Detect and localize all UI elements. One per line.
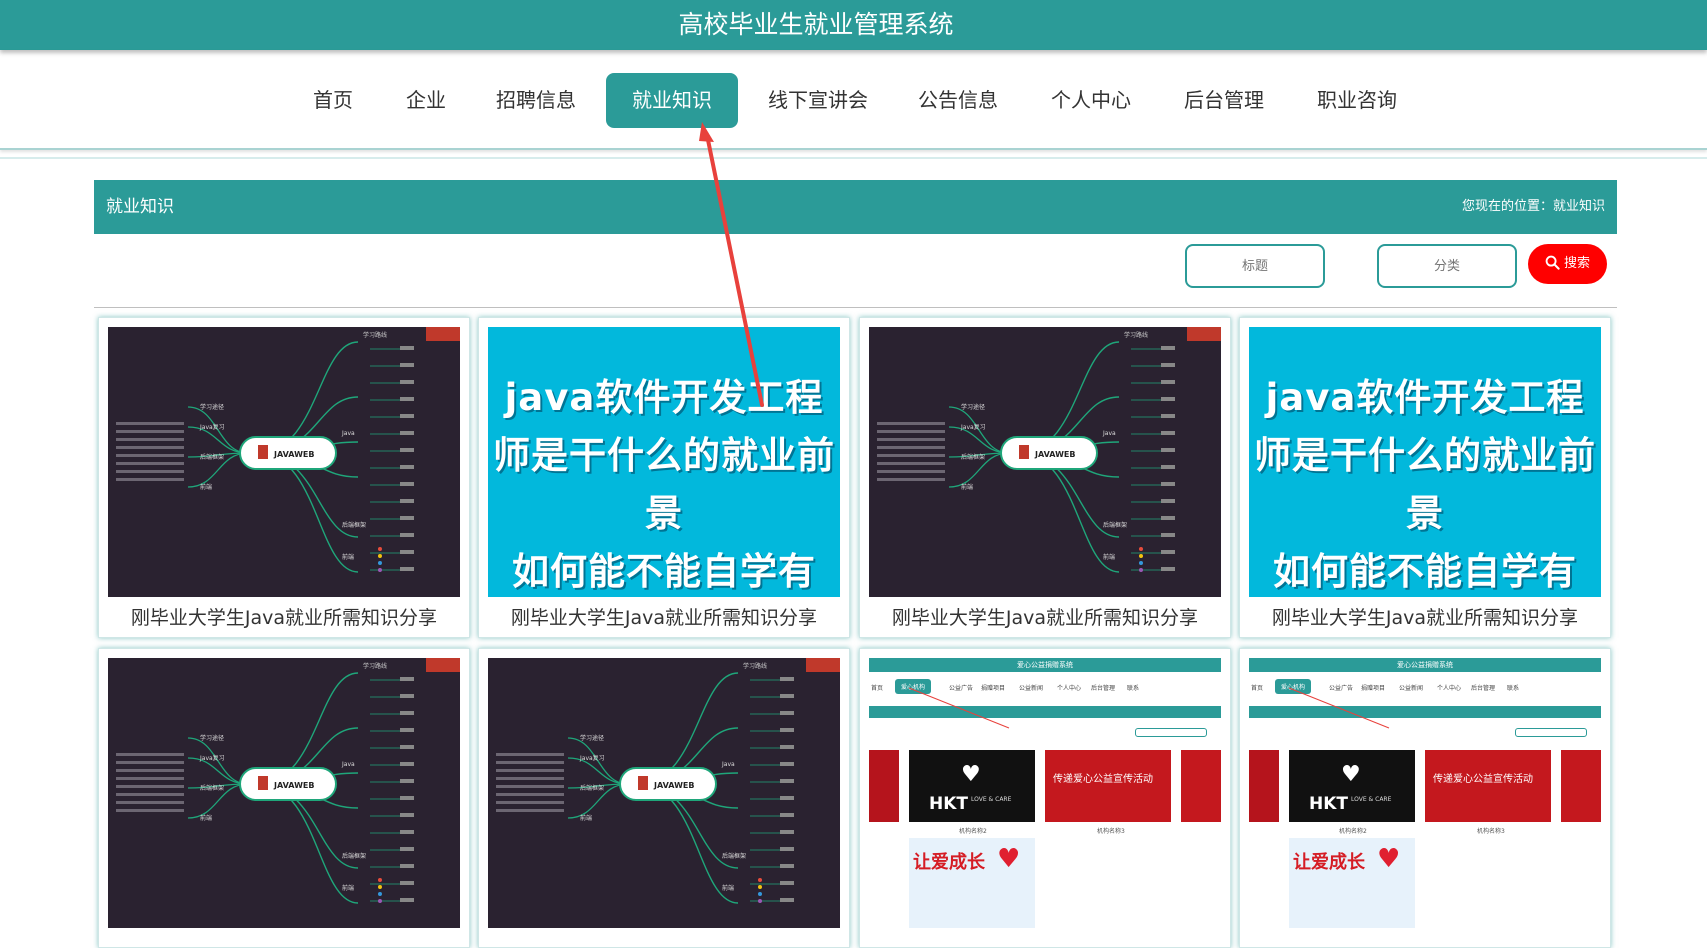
section-title: 就业知识 bbox=[106, 197, 174, 217]
card-thumbnail: 学习路线 JAVAWEB 学习途径 Java复习 后端框架 前端 Java 后端框架 前端 bbox=[108, 327, 460, 597]
svg-text:前端: 前端 bbox=[722, 884, 734, 892]
nav-divider bbox=[0, 157, 1707, 159]
title-filter-input[interactable] bbox=[1185, 244, 1325, 288]
svg-text:学习途径: 学习途径 bbox=[200, 403, 224, 411]
section-header: 就业知识 您现在的位置：就业知识 bbox=[94, 180, 1617, 234]
knowledge-card[interactable]: 学习路线 JAVAWEB 学习途径 Java复习 后端框架 前端 Java 后端框架 前端 刚毕… bbox=[859, 317, 1231, 638]
thumbnail-text: java软件开发工程 师是干什么的就业前景 如何能不能自学有什... bbox=[1254, 376, 1596, 593]
svg-text:前端: 前端 bbox=[200, 814, 212, 822]
search-button[interactable]: 搜索 bbox=[1528, 244, 1607, 284]
card-thumbnail: java软件开发工程 师是干什么的就业前景 如何能不能自学有什... bbox=[488, 327, 840, 597]
svg-text:后端框架: 后端框架 bbox=[722, 852, 746, 860]
knowledge-card[interactable]: 学习路线 JAVAWEB 学习途径 Java复习 后端框架 前端 Java 后端框架 前端 bbox=[478, 648, 850, 948]
svg-text:Java复习: Java复习 bbox=[579, 754, 605, 762]
svg-text:Java: Java bbox=[721, 761, 735, 768]
card-title: 刚毕业大学生Java就业所需知识分享 bbox=[130, 607, 438, 629]
card-title: 刚毕业大学生Java就业所需知识分享 bbox=[1271, 607, 1579, 629]
card-thumbnail: 学习路线 JAVAWEB 学习途径 Java复习 后端框架 前端 Java 后端框架 前端 bbox=[869, 327, 1221, 597]
nav-item-offline-talks[interactable]: 线下宣讲会 bbox=[758, 73, 878, 128]
svg-text:学习途径: 学习途径 bbox=[580, 734, 604, 742]
nav-item-career-consulting[interactable]: 职业咨询 bbox=[1307, 73, 1407, 128]
main-navigation: 首页 企业 招聘信息 就业知识 线下宣讲会 公告信息 个人中心 后台管理 职业咨… bbox=[0, 50, 1707, 150]
thumbnail-text: java软件开发工程 师是干什么的就业前景 如何能不能自学有什... bbox=[493, 376, 835, 593]
svg-text:Java: Java bbox=[1102, 430, 1116, 437]
svg-text:后端框架: 后端框架 bbox=[342, 852, 366, 860]
app-title: 高校毕业生就业管理系统 bbox=[678, 10, 954, 39]
svg-text:后端框架: 后端框架 bbox=[961, 453, 985, 461]
nav-item-announcements[interactable]: 公告信息 bbox=[908, 73, 1008, 128]
svg-text:后端框架: 后端框架 bbox=[1103, 521, 1127, 529]
search-icon bbox=[1545, 255, 1560, 270]
category-filter-input[interactable] bbox=[1377, 244, 1517, 288]
card-thumbnail: 爱心公益捐赠系统 首页 爱心机构 公益广告 捐赠项目 公益新闻 个人中心 后台管理 联系 ♥ HKT… bbox=[1249, 658, 1601, 928]
content-divider bbox=[94, 307, 1617, 308]
card-thumbnail: 爱心公益捐赠系统 首页 爱心机构 公益广告 捐赠项目 公益新闻 个人中心 后台管理 联系 ♥ HKT… bbox=[869, 658, 1221, 928]
svg-text:Java: Java bbox=[341, 430, 355, 437]
knowledge-card[interactable]: java软件开发工程 师是干什么的就业前景 如何能不能自学有什... 刚毕业大学… bbox=[478, 317, 850, 638]
mindmap-center-label: JAVAWEB bbox=[653, 781, 695, 790]
nav-item-home[interactable]: 首页 bbox=[300, 73, 366, 128]
card-thumbnail: 学习路线 JAVAWEB 学习途径 Java复习 后端框架 前端 Java 后端框架 前端 bbox=[488, 658, 840, 928]
svg-text:前端: 前端 bbox=[342, 553, 354, 561]
svg-text:后端框架: 后端框架 bbox=[200, 784, 224, 792]
card-title: 刚毕业大学生Java就业所需知识分享 bbox=[891, 607, 1199, 629]
mindmap-center-label: JAVAWEB bbox=[273, 781, 315, 790]
svg-text:Java复习: Java复习 bbox=[960, 423, 986, 431]
svg-text:前端: 前端 bbox=[580, 814, 592, 822]
mindmap-badge: 学习路线 bbox=[363, 331, 387, 339]
svg-text:后端框架: 后端框架 bbox=[342, 521, 366, 529]
nav-item-employment-knowledge[interactable]: 就业知识 bbox=[606, 73, 738, 128]
knowledge-card[interactable]: java软件开发工程 师是干什么的就业前景 如何能不能自学有什... 刚毕业大学… bbox=[1239, 317, 1611, 638]
mindmap-badge: 学习路线 bbox=[1124, 331, 1148, 339]
svg-text:Java复习: Java复习 bbox=[199, 754, 225, 762]
svg-text:前端: 前端 bbox=[1103, 553, 1115, 561]
knowledge-card[interactable]: 爱心公益捐赠系统 首页 爱心机构 公益广告 捐赠项目 公益新闻 个人中心 后台管理 联系 ♥ HKT… bbox=[1239, 648, 1611, 948]
search-button-label: 搜索 bbox=[1563, 256, 1590, 271]
knowledge-card[interactable]: 爱心公益捐赠系统 首页 爱心机构 公益广告 捐赠项目 公益新闻 个人中心 后台管理 联系 ♥ HKT… bbox=[859, 648, 1231, 948]
svg-text:前端: 前端 bbox=[961, 483, 973, 491]
card-thumbnail: java软件开发工程 师是干什么的就业前景 如何能不能自学有什... bbox=[1249, 327, 1601, 597]
svg-text:后端框架: 后端框架 bbox=[580, 784, 604, 792]
mindmap-center-label: JAVAWEB bbox=[273, 450, 315, 459]
knowledge-card[interactable]: 学习路线 JAVAWEB 学习途径 Java复习 后端框架 前端 Java 后端框架 前端 bbox=[98, 648, 470, 948]
card-title: 刚毕业大学生Java就业所需知识分享 bbox=[510, 607, 818, 629]
svg-text:前端: 前端 bbox=[342, 884, 354, 892]
svg-text:后端框架: 后端框架 bbox=[200, 453, 224, 461]
svg-text:学习途径: 学习途径 bbox=[200, 734, 224, 742]
nav-item-admin[interactable]: 后台管理 bbox=[1174, 73, 1274, 128]
svg-text:Java: Java bbox=[341, 761, 355, 768]
svg-text:Java复习: Java复习 bbox=[199, 423, 225, 431]
knowledge-card[interactable]: 学习路线 JAVAWEB 学习途径 Java复习 后端框架 前端 Java 后端框架 前端 刚毕… bbox=[98, 317, 470, 638]
nav-item-company[interactable]: 企业 bbox=[396, 73, 456, 128]
nav-item-recruitment[interactable]: 招聘信息 bbox=[486, 73, 586, 128]
breadcrumb: 您现在的位置：就业知识 bbox=[1461, 199, 1605, 214]
mindmap-center-label: JAVAWEB bbox=[1034, 450, 1076, 459]
mindmap-badge: 学习路线 bbox=[743, 662, 767, 670]
mindmap-badge: 学习路线 bbox=[363, 662, 387, 670]
nav-item-personal-center[interactable]: 个人中心 bbox=[1041, 73, 1141, 128]
svg-text:学习途径: 学习途径 bbox=[961, 403, 985, 411]
card-thumbnail: 学习路线 JAVAWEB 学习途径 Java复习 后端框架 前端 Java 后端框架 前端 bbox=[108, 658, 460, 928]
svg-text:前端: 前端 bbox=[200, 483, 212, 491]
top-header-bar: 高校毕业生就业管理系统 bbox=[0, 0, 1707, 50]
